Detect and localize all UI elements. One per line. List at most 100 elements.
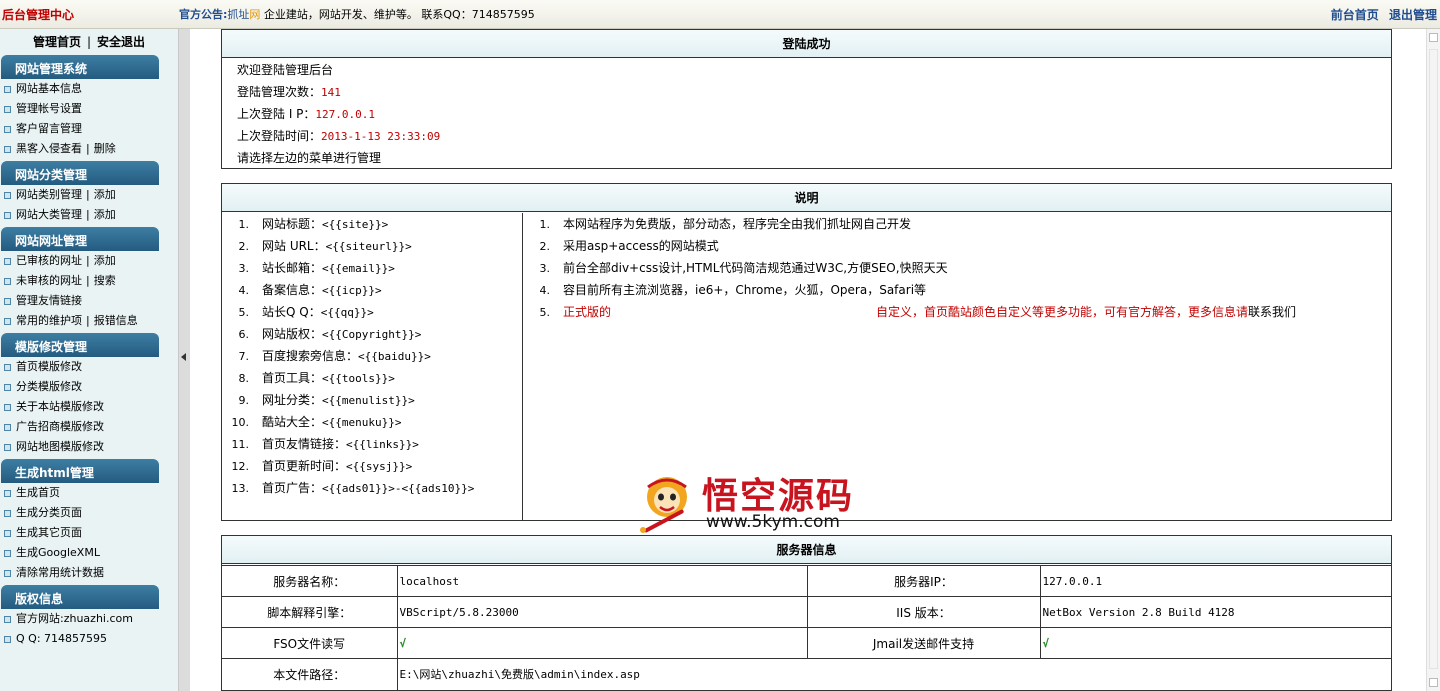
tag-list-item: 4. 备案信息：<{{icp}}> [222,279,522,301]
last-ip-value: 127.0.0.1 [315,108,376,121]
sidebar-item-link[interactable]: 清除常用统计数据 [16,566,104,579]
sidebar-item-extra-link[interactable]: 报错信息 [94,314,138,327]
server-panel: 服务器信息 服务器名称： localhost 服务器IP： 127.0.0.1 脚本解释… [221,535,1392,691]
server-key: 服务器IP： [807,565,1041,597]
brand-title: 后台管理中心 [2,8,75,22]
sidebar-item-link[interactable]: 生成分类页面 [16,506,82,519]
sidebar-item-link[interactable]: 首页模版修改 [16,360,82,373]
menu-group-header[interactable]: 网站分类管理 [1,161,159,185]
tag-code: <{{siteurl}}> [325,240,412,253]
menu-group-header[interactable]: 网站网址管理 [1,227,159,251]
tag-list-item: 2. 网站 URL：<{{siteurl}}> [222,235,522,257]
sidebar-menu-item: 网站基本信息 [0,79,178,99]
scroll-down-icon[interactable] [1429,678,1438,687]
logout-link[interactable]: 退出管理 [1389,8,1437,22]
last-time-label: 上次登陆时间： [237,129,322,143]
safe-logout-link[interactable]: 安全退出 [97,35,145,49]
sidebar-item-link[interactable]: 关于本站模版修改 [16,400,104,413]
sidebar-item-extra-link[interactable]: 添加 [94,188,116,201]
tag-label: 网站 URL： [262,239,326,253]
note-list-item: 1. 本网站程序为免费版，部分动态，程序完全由我们抓址网自己开发 [523,213,1391,235]
sidebar-item-link[interactable]: 生成首页 [16,486,60,499]
sidebar-menu-item: 首页模版修改 [0,357,178,377]
tag-list-item: 9. 网址分类：<{{menulist}}> [222,389,522,411]
sidebar-item-link[interactable]: 黑客入侵查看 [16,142,82,155]
item-number: 4. [539,284,551,297]
sidebar-item-link[interactable]: 客户留言管理 [16,122,82,135]
menu-group-header[interactable]: 版权信息 [1,585,159,609]
explain-panel-title: 说明 [222,184,1391,212]
note-text: 本网站程序为免费版，部分动态，程序完全由我们抓址网自己开发 [563,217,912,231]
tag-code: <{{sysj}}> [346,460,413,473]
sidebar-menu-item: 管理帐号设置 [0,99,178,119]
tag-label: 网站版权： [262,327,323,341]
sidebar-item-link[interactable]: 管理帐号设置 [16,102,82,115]
contact-us-link[interactable]: 联系我们 [1248,305,1296,319]
watermark-url: www.5kym.com [706,512,840,532]
collapse-arrow-icon[interactable] [181,353,186,361]
server-value: VBScript/5.8.23000 [397,596,808,628]
tag-list-item: 6. 网站版权：<{{Copyright}}> [222,323,522,345]
sidebar-item-link[interactable]: 未审核的网址 [16,274,82,287]
sidebar-item-link[interactable]: 分类模版修改 [16,380,82,393]
tag-list-item: 3. 站长邮箱：<{{email}}> [222,257,522,279]
sidebar-item-link[interactable]: 网站类别管理 [16,188,82,201]
sidebar-item-extra-link[interactable]: 添加 [94,254,116,267]
note-text: 容目前所有主流浏览器，ie6+，Chrome，火狐，Opera，Safari等 [563,283,927,297]
menu-group-header[interactable]: 生成html管理 [1,459,159,483]
tag-label: 酷站大全： [262,415,323,429]
tag-code: <{{site}}> [322,218,389,231]
sidebar-item-link[interactable]: 管理友情链接 [16,294,82,307]
tag-label: 备案信息： [262,283,323,297]
tag-list-item: 1. 网站标题：<{{site}}> [222,213,522,235]
menu-group-header[interactable]: 网站管理系统 [1,55,159,79]
tag-code: <{{Copyright}}> [322,328,422,341]
sidebar-item-link[interactable]: 广告招商模版修改 [16,420,104,433]
sidebar-item-link[interactable]: 官方网站:zhuazhi.com [16,612,133,625]
login-count-value: 141 [321,86,341,99]
sidebar-menu-item: 网站类别管理 | 添加 [0,185,178,205]
sidebar-menu-item: 管理友情链接 [0,291,178,311]
server-value: √ [1040,627,1391,659]
sidebar-item-link[interactable]: 网站大类管理 [16,208,82,221]
sidebar-item-extra-link[interactable]: 添加 [94,208,116,221]
sidebar-splitter[interactable] [178,29,190,691]
server-info-table: 服务器名称： localhost 服务器IP： 127.0.0.1 脚本解释引擎： VBS… [222,565,1391,690]
tag-label: 首页工具： [262,371,323,385]
vertical-scrollbar[interactable] [1426,29,1440,691]
tag-code: <{{menuku}}> [322,416,402,429]
sidebar-item-link[interactable]: 已审核的网址 [16,254,82,267]
sidebar-item-link[interactable]: 生成GoogleXML [16,546,100,559]
sidebar-item-link[interactable]: Q Q: 714857595 [16,632,107,645]
server-key: IIS 版本： [807,596,1041,628]
sidebar-menu-item: 关于本站模版修改 [0,397,178,417]
item-number: 10. [231,416,250,429]
sidebar-item-link[interactable]: 网站基本信息 [16,82,82,95]
notice-label: 官方公告: [179,8,228,21]
tag-code: <{{menulist}}> [322,394,415,407]
menu-group-header[interactable]: 模版修改管理 [1,333,159,357]
tag-code: <{{icp}}> [322,284,382,297]
path-label: 本文件路径： [222,658,398,690]
sidebar-item-extra-link[interactable]: 搜索 [94,274,116,287]
tag-label: 站长邮箱： [262,261,323,275]
template-tags-list: 1. 网站标题：<{{site}}> 2. 网站 URL：<{{siteurl}}> 3… [222,213,523,520]
menu-groups: 网站管理系统 网站基本信息 管理帐号设置 客户留言管理 黑客入侵查看 | 删除 网站分类管理网… [0,55,178,649]
item-number: 1. [539,218,551,231]
scroll-track[interactable] [1429,49,1438,669]
tag-code: <{{links}}> [346,438,419,451]
last-time-value: 2013-1-13 23:33:09 [321,130,441,143]
sidebar-item-link[interactable]: 生成其它页面 [16,526,82,539]
tag-label: 网站标题： [262,217,323,231]
sidebar-item-extra-link[interactable]: 删除 [94,142,116,155]
sidebar-menu-item: 生成首页 [0,483,178,503]
sidebar-item-link[interactable]: 常用的维护项 [16,314,82,327]
tag-label: 首页广告： [262,481,323,495]
tag-label: 站长Q Q： [262,305,321,319]
admin-home-link[interactable]: 管理首页 [33,35,81,49]
sidebar-item-link[interactable]: 网站地图模版修改 [16,440,104,453]
front-home-link[interactable]: 前台首页 [1331,8,1379,22]
scroll-up-icon[interactable] [1429,33,1438,42]
item-number: 11. [231,438,250,451]
tag-label: 网址分类： [262,393,323,407]
